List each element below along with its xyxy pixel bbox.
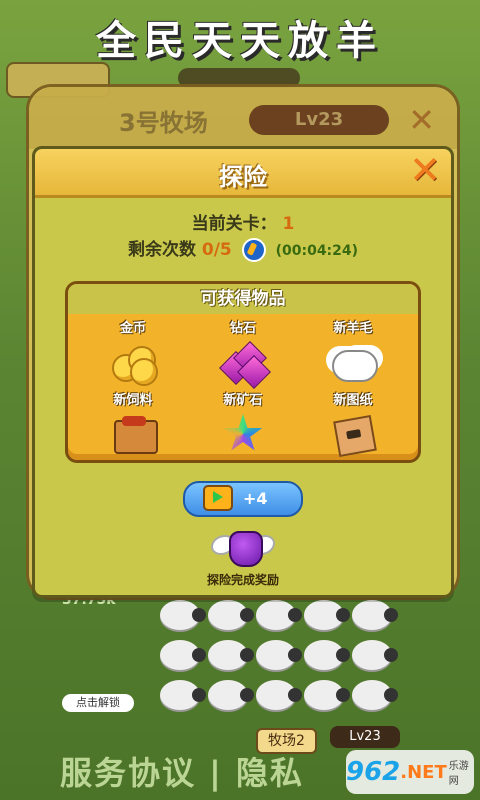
watermark-number: 962 <box>346 757 401 787</box>
item-wool: 新羊毛 <box>298 320 408 388</box>
refresh-icon[interactable] <box>241 238 266 262</box>
explore-dialog: 探险 ✕ 当前关卡： 1 剩余次数 0/5 (00:04:24) 可获得物品 金… <box>32 146 454 598</box>
item-label: 新饲料 <box>113 393 153 408</box>
current-level-label: 当前关卡： <box>191 214 277 234</box>
sheep <box>160 680 206 710</box>
ranch-dialog-header <box>29 87 457 149</box>
current-level-value: 1 <box>282 214 295 234</box>
sheep <box>160 600 206 630</box>
ranch-title: 3号牧场 <box>119 109 208 137</box>
farm-level-tag: Lv23 <box>330 726 400 748</box>
remaining-label: 剩余次数 <box>127 240 196 260</box>
video-button-label: +4 <box>243 489 268 508</box>
remaining-value: 0/5 <box>201 240 232 260</box>
tap-unlock-button[interactable]: 点击解锁 <box>62 694 134 712</box>
ranch-close-icon[interactable]: ✕ <box>408 101 435 139</box>
farm-tag[interactable]: 牧场2 <box>256 728 317 754</box>
winged-bag-icon <box>211 527 275 567</box>
sheep <box>208 680 254 710</box>
sheep-row <box>160 640 460 678</box>
sheep <box>256 600 302 630</box>
sheep <box>304 640 350 670</box>
items-panel-title: 可获得物品 <box>68 284 418 314</box>
sheep-row <box>160 680 460 718</box>
footer-links[interactable]: 服务协议 | 隐私 <box>60 748 304 794</box>
sheep <box>208 600 254 630</box>
sheep <box>304 680 350 710</box>
reward-label: 探险完成奖励 <box>206 573 279 587</box>
close-icon[interactable]: ✕ <box>407 151 443 189</box>
item-ore: 新矿石 <box>188 392 298 460</box>
watermark-site: 乐游网 <box>448 761 469 787</box>
feed-crate-icon <box>110 412 158 456</box>
item-label: 新羊毛 <box>333 321 373 336</box>
item-feed: 新饲料 <box>78 392 188 460</box>
sheep <box>256 640 302 670</box>
item-label: 金币 <box>119 321 146 336</box>
items-grid: 金币 钻石 新羊毛 新饲料 新矿石 新图纸 <box>78 320 408 460</box>
item-label: 新图纸 <box>333 393 373 408</box>
ore-star-icon <box>220 412 266 456</box>
sheep <box>352 600 398 630</box>
item-blueprint: 新图纸 <box>298 392 408 460</box>
item-gold: 金币 <box>78 320 188 388</box>
item-label: 新矿石 <box>223 393 263 408</box>
item-label: 钻石 <box>229 321 256 336</box>
explore-dialog-header: 探险 ✕ <box>35 149 451 198</box>
gold-coin-icon <box>110 340 158 386</box>
ranch-level: Lv23 <box>249 105 389 135</box>
tv-play-icon <box>203 485 233 511</box>
sheep <box>160 640 206 670</box>
watch-video-button[interactable]: +4 <box>183 481 303 517</box>
cooldown-timer: (00:04:24) <box>275 243 359 259</box>
diamond-icon <box>219 340 271 389</box>
item-diamond: 钻石 <box>188 320 298 389</box>
sheep <box>304 600 350 630</box>
game-banner-title: 全民天天放羊 <box>96 17 384 64</box>
current-level-row: 当前关卡： 1 <box>35 209 451 234</box>
site-watermark: 962 .NET 乐游网 <box>346 750 474 794</box>
dialog-title: 探险 <box>219 163 267 191</box>
sheep <box>256 680 302 710</box>
wool-icon <box>330 340 378 384</box>
sheep <box>352 640 398 670</box>
obtainable-items-panel: 可获得物品 金币 钻石 新羊毛 新饲料 新矿石 新图纸 <box>65 281 421 463</box>
watermark-suffix: .NET <box>400 761 447 783</box>
sheep-row <box>160 600 460 638</box>
sheep <box>352 680 398 710</box>
sheep <box>208 640 254 670</box>
remaining-row: 剩余次数 0/5 (00:04:24) <box>35 235 451 262</box>
blueprint-icon <box>330 412 377 458</box>
explore-reward[interactable]: 探险完成奖励 <box>193 527 293 587</box>
